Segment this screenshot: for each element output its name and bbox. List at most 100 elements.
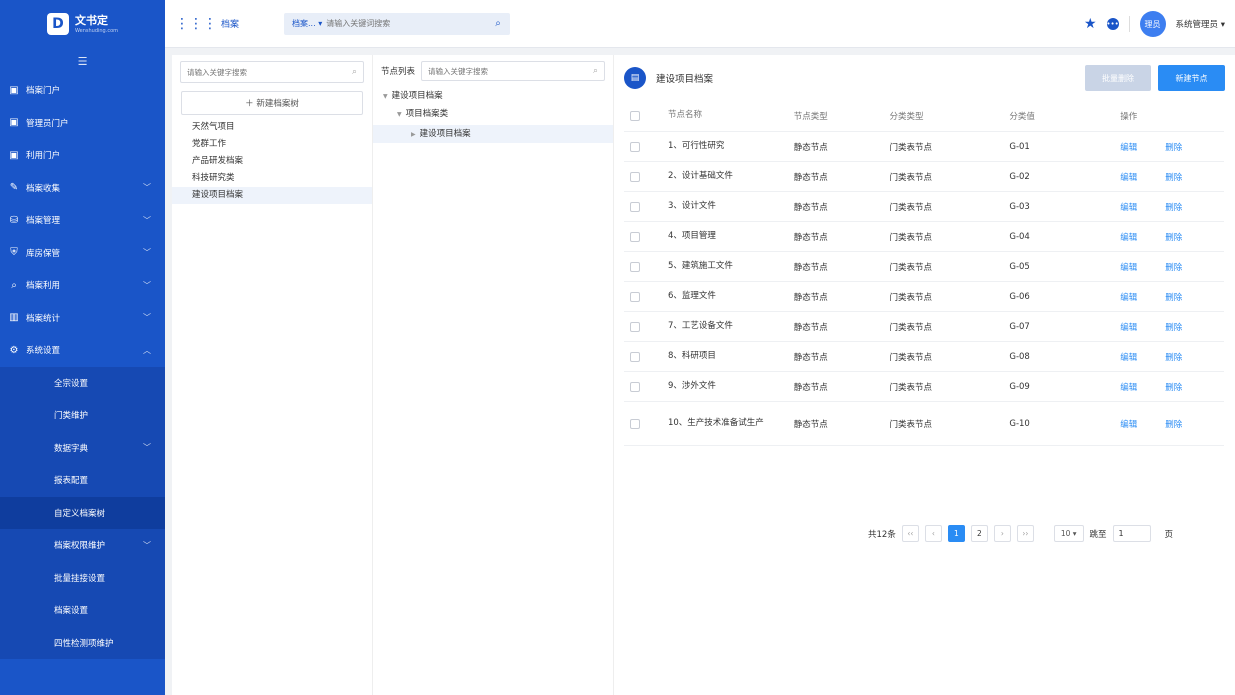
- edit-link[interactable]: 编辑: [1120, 231, 1137, 243]
- sidebar-item[interactable]: ⌕ 档案利用 ﹀: [0, 269, 165, 302]
- sidebar-item-label: 档案管理: [26, 216, 61, 227]
- edit-link[interactable]: 编辑: [1120, 291, 1137, 303]
- tree-node-leaf[interactable]: ▶ 建设项目档案: [373, 125, 613, 143]
- sidebar-subitem[interactable]: 报表配置: [0, 464, 165, 497]
- row-checkbox[interactable]: [630, 351, 640, 362]
- sidebar-subitem[interactable]: 批量挂接设置: [0, 561, 165, 594]
- edit-link[interactable]: 编辑: [1120, 351, 1137, 363]
- classification-value: G-04: [1009, 231, 1030, 242]
- archive-tree-item[interactable]: 天然气项目: [172, 119, 372, 136]
- new-archive-tree-button[interactable]: ＋ 新建档案树: [181, 91, 363, 115]
- delete-link[interactable]: 删除: [1165, 381, 1182, 393]
- edit-link[interactable]: 编辑: [1120, 321, 1137, 333]
- sidebar-subitem[interactable]: 门类维护: [0, 399, 165, 432]
- tree-node-category[interactable]: ▼ 项目档案类: [373, 105, 613, 123]
- classification-type: 门类表节点: [889, 419, 933, 430]
- portal-icon: ▣: [9, 84, 19, 96]
- column-header: 节点名称: [667, 110, 702, 120]
- sidebar-item[interactable]: ✎ 档案收集 ﹀: [0, 172, 165, 205]
- tree-search-input[interactable]: [187, 67, 352, 77]
- archive-tree-item[interactable]: 党群工作: [172, 136, 372, 153]
- batch-delete-button[interactable]: 批量删除: [1085, 65, 1151, 91]
- search-scope-select[interactable]: 档案... ▾: [284, 18, 326, 29]
- user-menu[interactable]: 系统管理员 ▾: [1176, 18, 1225, 30]
- search-icon[interactable]: ⌕: [486, 18, 510, 29]
- table-row: 6、监理文件 静态节点 门类表节点 G-06 编辑 删除: [624, 282, 1224, 312]
- delete-link[interactable]: 删除: [1165, 171, 1182, 183]
- document-icon: ▤: [624, 66, 646, 89]
- jump-page-input[interactable]: 1: [1112, 525, 1151, 542]
- node-name: 5、建筑施工文件: [667, 261, 733, 271]
- row-checkbox[interactable]: [630, 201, 640, 212]
- sidebar-item[interactable]: ⛨ 库房保管 ﹀: [0, 237, 165, 270]
- caret-down-icon: ▼: [397, 111, 402, 118]
- delete-link[interactable]: 删除: [1165, 321, 1182, 333]
- edit-link[interactable]: 编辑: [1120, 261, 1137, 273]
- sidebar-subitem[interactable]: 全宗设置: [0, 366, 165, 399]
- topbar: ⋮⋮⋮ 档案 档案... ▾ ⌕ ★ ••• 理员 系统管理员 ▾: [165, 0, 1235, 48]
- avatar[interactable]: 理员: [1139, 11, 1166, 37]
- search-icon[interactable]: ⌕: [352, 67, 357, 77]
- sidebar-item[interactable]: ⛁ 档案管理 ﹀: [0, 204, 165, 237]
- page-size-select[interactable]: 10 ▾: [1053, 525, 1084, 542]
- classification-value: G-03: [1009, 201, 1030, 212]
- archive-tree-item[interactable]: 建设项目档案: [172, 187, 372, 204]
- row-checkbox[interactable]: [630, 291, 640, 302]
- row-checkbox[interactable]: [630, 261, 640, 272]
- next-page-button[interactable]: ›: [993, 525, 1011, 542]
- delete-link[interactable]: 删除: [1165, 141, 1182, 153]
- sidebar-subitem[interactable]: 自定义档案树: [0, 496, 165, 529]
- archive-tree-item[interactable]: 产品研发档案: [172, 153, 372, 170]
- sidebar-item[interactable]: ▣ 档案门户: [0, 74, 165, 107]
- search-icon[interactable]: ⌕: [593, 66, 598, 76]
- first-page-button[interactable]: ‹‹: [901, 525, 919, 542]
- sidebar-item[interactable]: ▣ 利用门户: [0, 139, 165, 172]
- page-button[interactable]: 2: [970, 525, 988, 542]
- delete-link[interactable]: 删除: [1165, 201, 1182, 213]
- node-type: 静态节点: [793, 352, 828, 363]
- row-checkbox[interactable]: [630, 171, 640, 182]
- last-page-button[interactable]: ››: [1016, 525, 1034, 542]
- table-row: 8、科研项目 静态节点 门类表节点 G-08 编辑 删除: [624, 342, 1224, 372]
- select-all-checkbox[interactable]: [630, 110, 640, 121]
- delete-link[interactable]: 删除: [1165, 261, 1182, 273]
- edit-link[interactable]: 编辑: [1120, 381, 1137, 393]
- delete-link[interactable]: 删除: [1165, 291, 1182, 303]
- chevron-icon: ﹀: [143, 313, 151, 323]
- divider: [1128, 16, 1130, 32]
- sidebar-subitem[interactable]: 档案权限维护 ﹀: [0, 529, 165, 562]
- star-icon[interactable]: ★: [1084, 16, 1097, 32]
- edit-link[interactable]: 编辑: [1120, 418, 1137, 430]
- node-name: 8、科研项目: [667, 351, 716, 361]
- delete-link[interactable]: 删除: [1165, 231, 1182, 243]
- classification-type: 门类表节点: [889, 202, 933, 213]
- sidebar-subitem[interactable]: 数据字典 ﹀: [0, 431, 165, 464]
- delete-link[interactable]: 删除: [1165, 418, 1182, 430]
- row-checkbox[interactable]: [630, 231, 640, 242]
- page-button[interactable]: 1: [947, 525, 965, 542]
- archive-tree-item[interactable]: 科技研究类: [172, 170, 372, 187]
- node-search-input[interactable]: [428, 66, 593, 76]
- tree-node-root[interactable]: ▼ 建设项目档案: [373, 87, 613, 105]
- menu-fold-icon[interactable]: ☰: [0, 48, 165, 74]
- apps-grid-icon[interactable]: ⋮⋮⋮: [175, 17, 217, 31]
- global-search-input[interactable]: [326, 19, 487, 28]
- edit-link[interactable]: 编辑: [1120, 141, 1137, 153]
- sidebar-item[interactable]: ⚙ 系统设置 ︿: [0, 334, 165, 367]
- row-checkbox[interactable]: [630, 418, 640, 429]
- row-checkbox[interactable]: [630, 381, 640, 392]
- edit-link[interactable]: 编辑: [1120, 171, 1137, 183]
- sidebar-subitem[interactable]: 档案设置: [0, 594, 165, 627]
- table-row: 3、设计文件 静态节点 门类表节点 G-03 编辑 删除: [624, 192, 1224, 222]
- row-checkbox[interactable]: [630, 321, 640, 332]
- prev-page-button[interactable]: ‹: [924, 525, 942, 542]
- new-node-button[interactable]: 新建节点: [1158, 65, 1225, 91]
- delete-link[interactable]: 删除: [1165, 351, 1182, 363]
- edit-link[interactable]: 编辑: [1120, 201, 1137, 213]
- more-icon[interactable]: •••: [1106, 18, 1119, 30]
- node-type: 静态节点: [793, 322, 828, 333]
- sidebar-item[interactable]: ▥ 档案统计 ﹀: [0, 302, 165, 335]
- sidebar-subitem[interactable]: 四性检测项维护: [0, 626, 165, 659]
- row-checkbox[interactable]: [630, 141, 640, 152]
- sidebar-item[interactable]: ▣ 管理员门户: [0, 107, 165, 140]
